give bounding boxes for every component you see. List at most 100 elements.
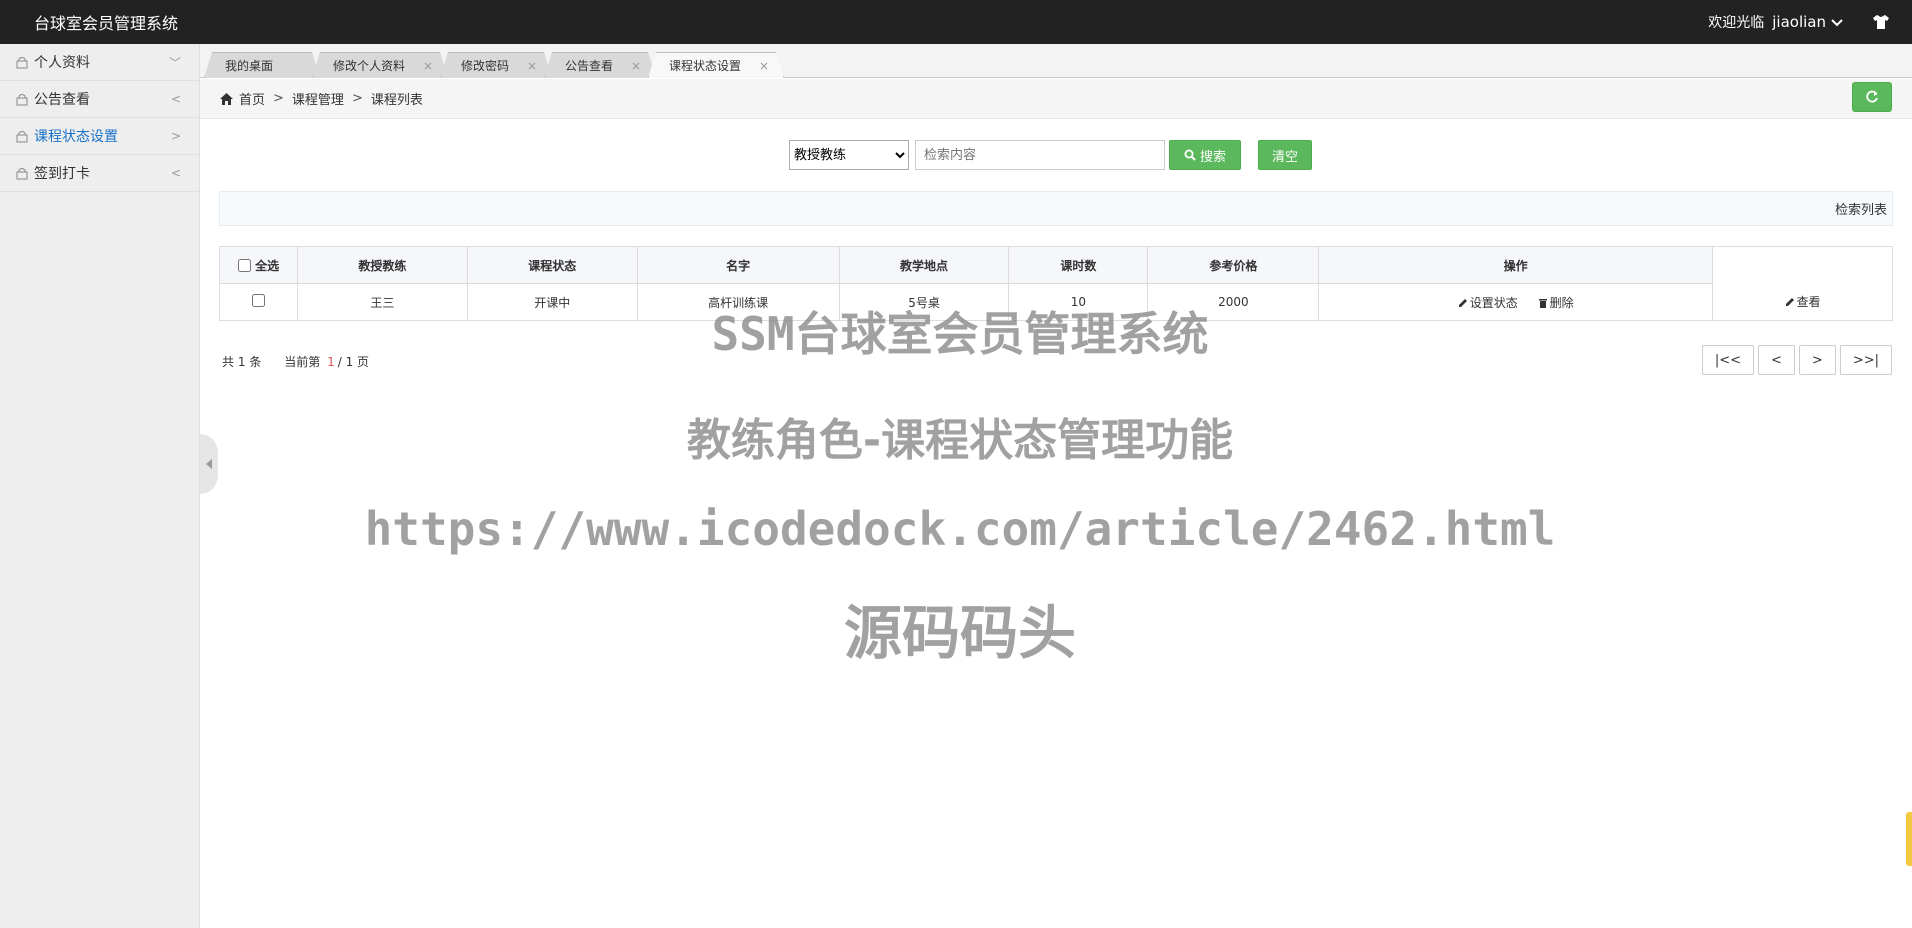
chevron-down-icon[interactable] [1830,15,1844,29]
pager-current-prefix: 当前第 [284,355,321,369]
search-icon [1184,149,1196,161]
tab-desktop[interactable]: 我的桌面 [204,52,320,78]
tab-label: 我的桌面 [225,59,274,73]
pager-total: 1 [237,355,246,369]
tab-change-password[interactable]: 修改密码 × [440,52,552,78]
column-header: 参考价格 [1147,246,1320,284]
chevron-right-icon: > [170,129,181,143]
tab-label: 修改密码 [461,59,510,73]
watermark-subtitle: 教练角色-课程状态管理功能 [686,415,1234,466]
column-header: 名字 [636,246,840,284]
delete-link[interactable]: 删除 [1538,296,1574,310]
home-icon [220,92,233,105]
set-status-link[interactable]: 设置状态 [1458,296,1522,310]
sidebar-item-label: 个人资料 [34,55,90,71]
lock-icon [16,130,28,142]
last-page-button[interactable]: >>| [1839,345,1892,375]
search-field-select[interactable]: 教授教练 [789,140,909,170]
tab-edit-profile[interactable]: 修改个人资料 × [312,52,448,78]
tab-label: 修改个人资料 [333,59,406,73]
tab-label: 课程状态设置 [669,59,742,73]
search-bar: 教授教练 搜索 清空 [789,140,1312,170]
sidebar-item-profile[interactable]: 个人资料 ﹀ [0,44,199,81]
view-cell: 查看 [1712,246,1893,321]
theme-shirt-icon[interactable] [1872,14,1890,30]
watermark-title: SSM台球室会员管理系统 [711,307,1209,361]
column-header: 课程状态 [466,246,638,284]
column-header: 课时数 [1008,246,1149,284]
tab-label: 公告查看 [565,59,614,73]
list-title-bar: 检索列表 [219,191,1893,226]
pager-page-count: 1 [345,355,354,369]
clear-button-label: 清空 [1271,149,1298,165]
user-area: 欢迎光临 jiaolian [1708,12,1890,32]
clear-button[interactable]: 清空 [1258,140,1312,170]
close-icon[interactable]: × [631,59,641,73]
breadcrumb-separator: > [273,91,284,106]
search-input[interactable] [915,140,1165,170]
chevron-left-icon: < [170,92,181,106]
view-link[interactable]: 查看 [1785,295,1821,309]
row-checkbox[interactable] [251,294,265,307]
pager-current-page: 1 [327,355,335,369]
tab-bar: 我的桌面 修改个人资料 × 修改密码 × 公告查看 × 课程状态设置 × [200,44,1912,78]
column-header: 教学地点 [838,246,1010,284]
lock-icon [16,56,28,68]
breadcrumb-course-list: 课程列表 [370,93,423,108]
refresh-icon [1866,90,1878,103]
breadcrumb: 首页 > 课程管理 > 课程列表 [200,79,1912,119]
lock-icon [16,93,28,105]
pager-total-prefix: 共 [222,355,235,369]
sidebar-item-notices[interactable]: 公告查看 < [0,81,199,118]
cell-actions: 设置状态 删除 [1318,283,1714,321]
pencil-icon [1785,298,1794,306]
search-button-label: 搜索 [1199,149,1226,165]
column-header: 教授教练 [296,246,468,284]
close-icon[interactable]: × [759,59,769,73]
pager-total-suffix: 条 [249,355,262,369]
watermark-url: https://www.icodedock.com/article/2462.h… [364,502,1556,556]
cell-coach: 王三 [296,283,468,321]
pagination: |<< < > >>| [1698,345,1892,375]
next-page-button[interactable]: > [1798,345,1836,375]
sidebar: 个人资料 ﹀ 公告查看 < 课程状态设置 > 签到打卡 < [0,44,200,928]
lock-icon [16,167,28,179]
pencil-icon [1458,298,1467,307]
tab-notices[interactable]: 公告查看 × [544,52,656,78]
chevron-down-icon: ﹀ [168,55,181,70]
first-page-button[interactable]: |<< [1701,345,1755,375]
pager-pages-suffix: 页 [357,355,370,369]
trash-icon [1538,298,1547,308]
user-menu[interactable]: jiaolian [1772,13,1826,31]
top-navbar: 台球室会员管理系统 欢迎光临 jiaolian [0,0,1912,44]
breadcrumb-home[interactable]: 首页 [239,89,265,108]
table-header-row: 全选 教授教练 课程状态 名字 教学地点 课时数 参考价格 操作 查看 [219,246,1893,321]
tab-course-status[interactable]: 课程状态设置 × [648,52,784,78]
close-icon[interactable]: × [527,59,537,73]
close-icon[interactable]: × [423,59,433,73]
sidebar-item-label: 签到打卡 [34,166,90,182]
sidebar-item-label: 课程状态设置 [34,129,118,145]
list-title: 检索列表 [1834,203,1887,218]
delete-label: 删除 [1549,295,1574,310]
view-link-label: 查看 [1796,295,1821,309]
select-all-header[interactable]: 全选 [219,246,298,284]
sidebar-collapse-handle[interactable] [200,434,218,494]
sidebar-item-checkin[interactable]: 签到打卡 < [0,155,199,192]
sidebar-item-label: 公告查看 [34,92,90,108]
select-all-label: 全选 [255,258,280,273]
welcome-text: 欢迎光临 [1708,15,1765,31]
pager-divider: / [337,355,342,369]
watermark-brand: 源码码头 [843,599,1076,667]
sidebar-item-course-status[interactable]: 课程状态设置 > [0,118,199,155]
select-all-checkbox[interactable] [237,258,251,272]
app-title: 台球室会员管理系统 [34,14,179,33]
breadcrumb-course-management[interactable]: 课程管理 [292,89,344,108]
search-button[interactable]: 搜索 [1169,140,1241,170]
refresh-button[interactable] [1852,82,1892,112]
column-header: 操作 [1318,246,1714,284]
edge-feedback-tab[interactable] [1906,812,1912,866]
prev-page-button[interactable]: < [1758,345,1795,375]
breadcrumb-separator: > [351,91,363,106]
chevron-left-icon: < [170,166,181,180]
